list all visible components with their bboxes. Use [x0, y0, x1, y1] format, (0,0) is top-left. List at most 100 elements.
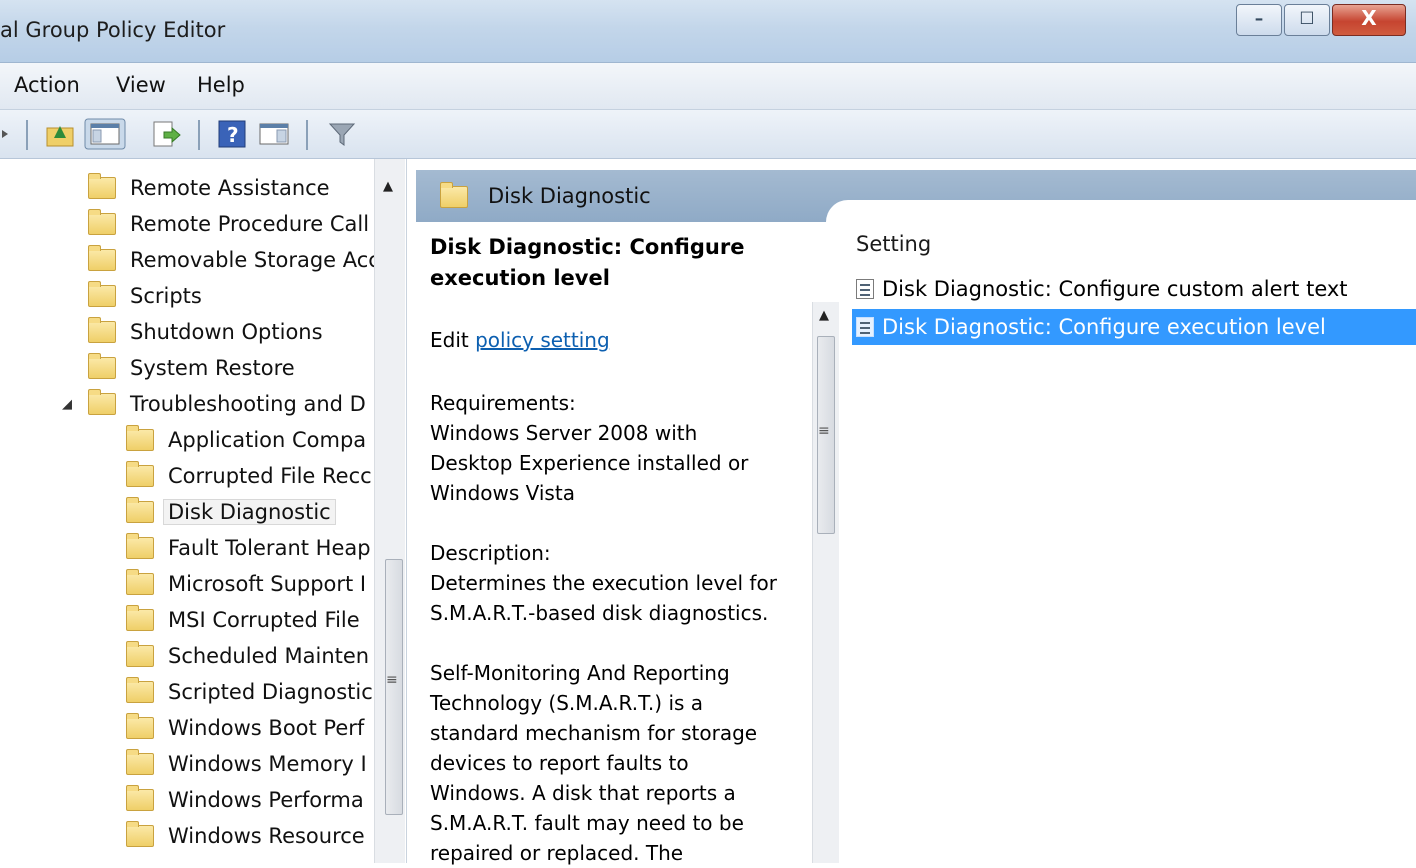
requirements-line: Desktop Experience installed or	[430, 451, 749, 475]
body-line: devices to report faults to	[430, 751, 689, 775]
show-hide-console-tree-icon[interactable]	[84, 118, 126, 150]
tree-item-windows-resource[interactable]: Windows Resource	[126, 819, 365, 853]
menu-action[interactable]: Action	[14, 73, 80, 97]
scroll-up-arrow-icon[interactable]: ▲	[383, 179, 393, 194]
up-one-level-icon[interactable]	[44, 118, 76, 150]
help-icon[interactable]: ?	[216, 118, 248, 150]
setting-row-label: Disk Diagnostic: Configure execution lev…	[882, 315, 1326, 339]
description-scrollbar[interactable]: ▲ ≡	[812, 302, 839, 863]
folder-icon	[88, 389, 116, 415]
folder-icon	[88, 353, 116, 379]
folder-icon	[126, 605, 154, 631]
tree-item-system-restore[interactable]: System Restore	[88, 351, 295, 385]
body-line: S.M.A.R.T. fault may need to be	[430, 811, 744, 835]
show-hide-action-pane-icon[interactable]	[258, 118, 290, 150]
tree-item-label: Scheduled Mainten	[168, 644, 370, 668]
console-tree: Remote Assistance Remote Procedure Call …	[0, 159, 407, 863]
folder-icon	[88, 173, 116, 199]
folder-icon	[126, 569, 154, 595]
policy-setting-link[interactable]: policy setting	[475, 328, 610, 352]
tree-item-scripts[interactable]: Scripts	[88, 279, 202, 313]
tree-item-msi-corrupted-file[interactable]: MSI Corrupted File	[126, 603, 360, 637]
setting-column-header[interactable]: Setting	[856, 232, 931, 256]
filter-icon[interactable]	[326, 118, 358, 150]
tree-scroll-thumb[interactable]: ≡	[385, 559, 403, 815]
svg-text:?: ?	[227, 123, 239, 147]
description-scroll-thumb[interactable]: ≡	[817, 336, 835, 534]
scroll-grip-icon: ≡	[818, 423, 830, 439]
policy-setting-icon	[856, 279, 874, 299]
close-button[interactable]: X	[1332, 4, 1406, 36]
maximize-button[interactable]: ☐	[1284, 4, 1330, 36]
tree-item-label: Windows Memory I	[168, 752, 367, 776]
tree-item-remote-assistance[interactable]: Remote Assistance	[88, 171, 330, 205]
setting-row-selected[interactable]: Disk Diagnostic: Configure execution lev…	[852, 309, 1416, 345]
scroll-grip-icon: ≡	[386, 672, 398, 688]
description-body: Self-Monitoring And Reporting Technology…	[430, 658, 810, 868]
menu-help[interactable]: Help	[197, 73, 245, 97]
folder-icon	[88, 281, 116, 307]
requirements-block: Requirements: Windows Server 2008 with D…	[430, 388, 810, 508]
requirements-line: Windows Server 2008 with	[430, 421, 698, 445]
folder-icon	[88, 209, 116, 235]
setting-row[interactable]: Disk Diagnostic: Configure custom alert …	[852, 271, 1416, 307]
tree-item-windows-boot-performance[interactable]: Windows Boot Perf	[126, 711, 364, 745]
minimize-icon: –	[1254, 9, 1264, 29]
title-bar: al Group Policy Editor – ☐ X	[0, 0, 1416, 63]
toolbar-separator	[198, 120, 200, 150]
close-icon: X	[1361, 6, 1377, 30]
window-title: al Group Policy Editor	[0, 18, 226, 42]
tree-item-microsoft-support[interactable]: Microsoft Support I	[126, 567, 366, 601]
folder-icon	[126, 425, 154, 451]
body-line: Technology (S.M.A.R.T.) is a	[430, 691, 704, 715]
policy-setting-icon	[856, 317, 874, 337]
description-line: S.M.A.R.T.-based disk diagnostics.	[430, 601, 769, 625]
collapse-arrow-icon[interactable]: ◢	[62, 397, 72, 412]
toolbar-separator	[306, 120, 308, 150]
setting-row-label: Disk Diagnostic: Configure custom alert …	[882, 277, 1348, 301]
folder-icon	[440, 182, 468, 208]
tree-item-corrupted-file-recovery[interactable]: Corrupted File Recc	[126, 459, 372, 493]
tree-item-label: Microsoft Support I	[168, 572, 367, 596]
folder-icon	[126, 497, 154, 523]
tree-item-label: Scripts	[130, 284, 202, 308]
tree-item-label: Disk Diagnostic	[163, 499, 336, 525]
tree-item-label: Remote Assistance	[130, 176, 330, 200]
toolbar-separator	[26, 120, 28, 150]
tree-item-application-compatibility[interactable]: Application Compa	[126, 423, 366, 457]
tree-item-windows-performance[interactable]: Windows Performa	[126, 783, 364, 817]
minimize-button[interactable]: –	[1236, 4, 1282, 36]
requirements-line: Windows Vista	[430, 481, 575, 505]
folder-icon	[126, 749, 154, 775]
export-list-icon[interactable]	[150, 118, 182, 150]
tree-scrollbar[interactable]: ▲ ≡	[374, 159, 405, 863]
tree-item-scheduled-maintenance[interactable]: Scheduled Mainten	[126, 639, 369, 673]
forward-arrow-icon[interactable]	[0, 118, 12, 150]
description-block: Description: Determines the execution le…	[430, 538, 810, 628]
description-line: Determines the execution level for	[430, 571, 777, 595]
tree-item-label: Application Compa	[168, 428, 367, 452]
tree-item-label: Fault Tolerant Heap	[168, 536, 371, 560]
body-line: Windows. A disk that reports a	[430, 781, 736, 805]
body-line: repaired or replaced. The	[430, 841, 684, 865]
scroll-up-arrow-icon[interactable]: ▲	[819, 308, 829, 323]
menu-view[interactable]: View	[116, 73, 166, 97]
tree-item-disk-diagnostic[interactable]: Disk Diagnostic	[126, 495, 336, 529]
tree-item-windows-memory[interactable]: Windows Memory I	[126, 747, 367, 781]
tree-item-shutdown-options[interactable]: Shutdown Options	[88, 315, 323, 349]
tree-item-remote-procedure-call[interactable]: Remote Procedure Call	[88, 207, 369, 241]
tree-item-scripted-diagnostics[interactable]: Scripted Diagnostic	[126, 675, 373, 709]
folder-icon	[126, 677, 154, 703]
body-line: standard mechanism for storage	[430, 721, 758, 745]
description-pane: Disk Diagnostic: Configure execution lev…	[416, 222, 839, 865]
tree-item-label: System Restore	[130, 356, 295, 380]
tree-item-troubleshooting[interactable]: Troubleshooting and D	[88, 387, 366, 421]
folder-icon	[88, 317, 116, 343]
tree-item-label: Remote Procedure Call	[130, 212, 370, 236]
edit-policy-line: Edit policy setting	[430, 328, 610, 352]
tree-item-label: Corrupted File Recc	[168, 464, 372, 488]
tree-item-fault-tolerant-heap[interactable]: Fault Tolerant Heap	[126, 531, 371, 565]
tree-item-removable-storage[interactable]: Removable Storage Acc	[88, 243, 380, 277]
tree-item-label: MSI Corrupted File	[168, 608, 360, 632]
menu-bar: Action View Help	[0, 63, 1416, 110]
